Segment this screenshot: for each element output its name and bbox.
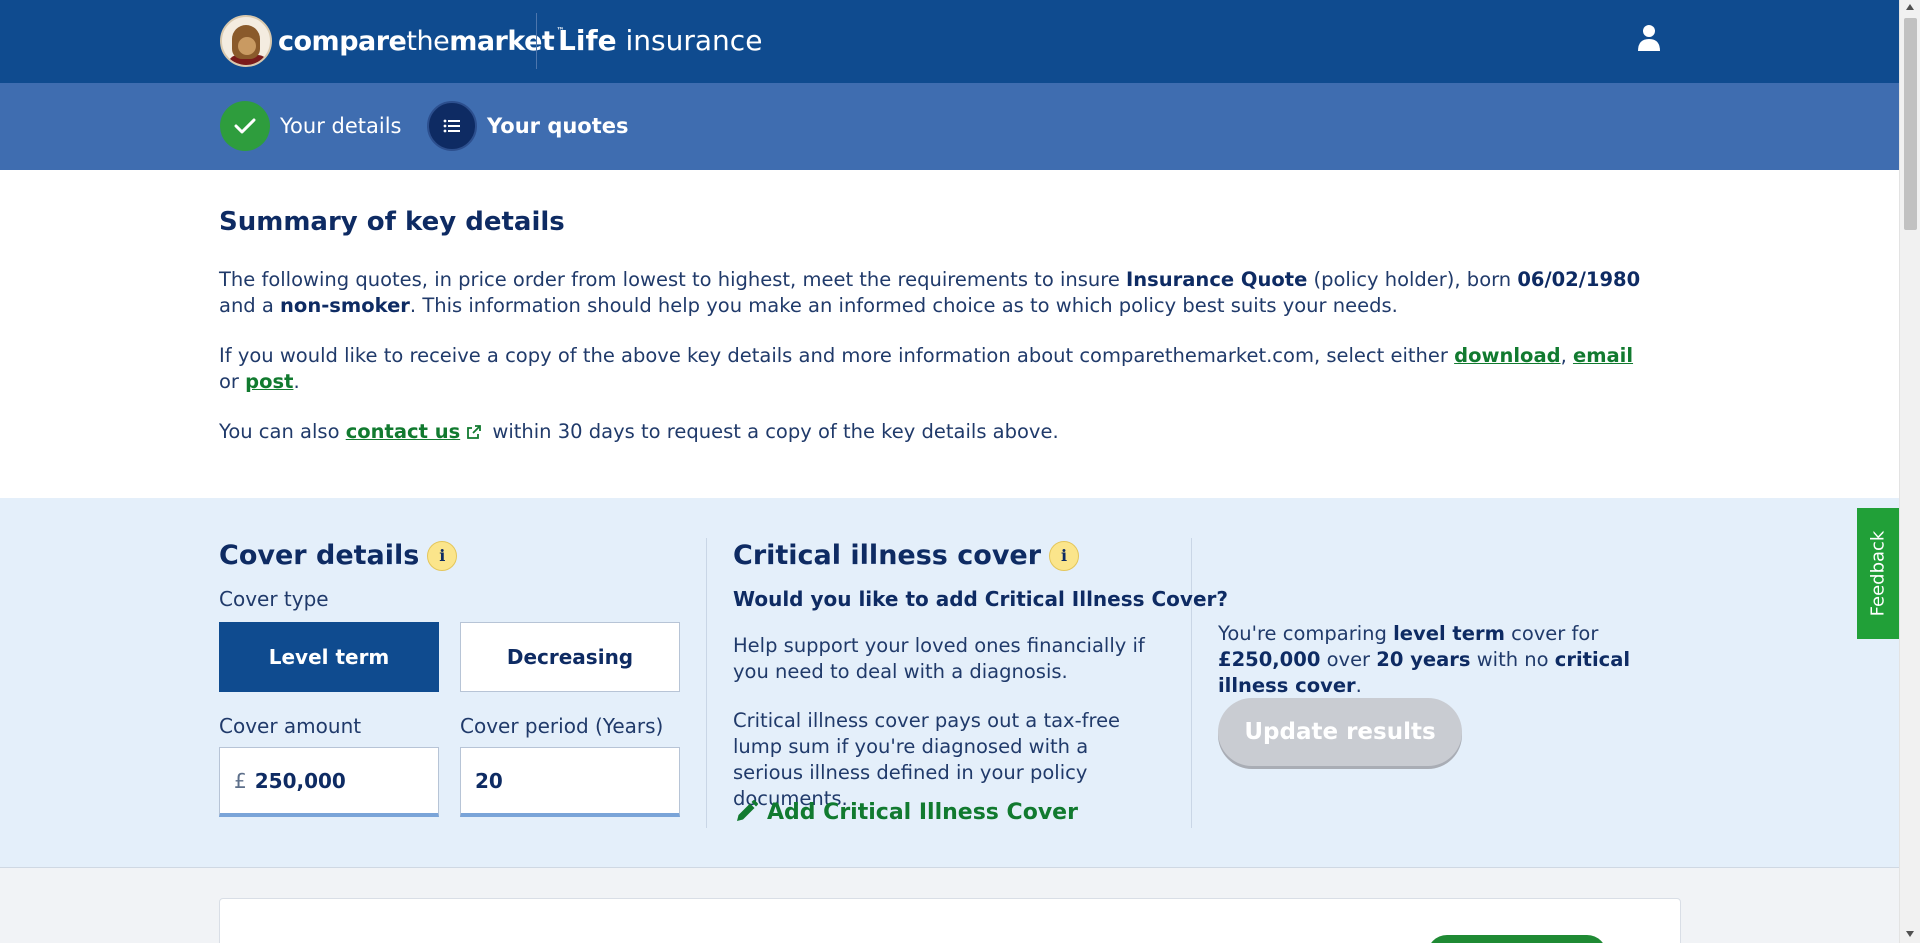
level-term-option[interactable]: Level term	[219, 622, 439, 692]
page-scrollbar[interactable]	[1899, 0, 1920, 943]
top-header: comparethemarket ™ Life insurance	[0, 0, 1899, 83]
logo-wordmark: comparethemarket ™	[278, 25, 564, 57]
info-icon[interactable]: i	[1049, 540, 1080, 571]
step-your-quotes[interactable]: Your quotes	[427, 101, 629, 151]
header-divider	[536, 13, 537, 69]
progress-steps: Your details Your quotes	[0, 83, 1899, 170]
check-icon	[220, 101, 270, 151]
cover-amount-label: Cover amount	[219, 714, 362, 738]
add-critical-illness-label: Add Critical Illness Cover	[767, 799, 1078, 825]
column-divider	[706, 538, 707, 828]
post-link[interactable]: post	[245, 370, 293, 393]
summary-title: Summary of key details	[219, 207, 565, 237]
user-icon[interactable]	[1637, 24, 1661, 52]
cover-amount-input[interactable]	[254, 768, 405, 793]
contact-us-link[interactable]: contact us	[346, 420, 460, 443]
cover-details-title: Cover details i	[219, 540, 458, 571]
cover-period-field[interactable]	[460, 747, 680, 817]
step-label: Your quotes	[487, 114, 629, 138]
cover-amount-field[interactable]: £	[219, 747, 439, 817]
quote-action-button[interactable]	[1427, 935, 1607, 943]
feedback-tab[interactable]: Feedback	[1857, 508, 1899, 639]
step-label: Your details	[280, 114, 402, 138]
external-link-icon	[467, 425, 482, 439]
list-icon	[427, 101, 477, 151]
add-critical-illness-button[interactable]: Add Critical Illness Cover	[733, 799, 1078, 825]
critical-illness-title: Critical illness cover i	[733, 540, 1080, 571]
contact-paragraph: You can also contact us within 30 days t…	[219, 420, 1059, 443]
comparison-summary: You're comparing level term cover for £2…	[1218, 622, 1631, 697]
summary-paragraph: The following quotes, in price order fro…	[219, 268, 1641, 317]
scroll-up-icon[interactable]	[1906, 4, 1914, 10]
cover-period-input[interactable]	[475, 768, 625, 793]
copy-options-paragraph: If you would like to receive a copy of t…	[219, 344, 1634, 393]
critical-illness-description: Critical illness cover pays out a tax-fr…	[733, 709, 1121, 810]
summary-section: Summary of key details The following quo…	[219, 207, 1659, 469]
critical-illness-question: Would you like to add Critical Illness C…	[733, 587, 1228, 611]
info-icon[interactable]: i	[427, 540, 458, 571]
critical-illness-text: Help support your loved ones financially…	[733, 634, 1145, 683]
product-title: Life insurance	[558, 24, 763, 57]
currency-symbol: £	[234, 768, 247, 793]
pencil-icon	[737, 800, 758, 821]
download-link[interactable]: download	[1454, 344, 1560, 367]
comparethemarket-logo[interactable]: comparethemarket ™	[220, 14, 564, 68]
quote-card	[219, 898, 1681, 943]
cover-type-label: Cover type	[219, 587, 329, 611]
decreasing-option[interactable]: Decreasing	[460, 622, 680, 692]
email-link[interactable]: email	[1573, 344, 1633, 367]
step-your-details[interactable]: Your details	[220, 101, 401, 151]
scroll-down-icon[interactable]	[1906, 931, 1914, 937]
meerkat-logo-icon	[220, 15, 272, 67]
update-results-button[interactable]: Update results	[1218, 698, 1462, 766]
column-divider	[1191, 538, 1192, 828]
scrollbar-thumb[interactable]	[1904, 18, 1917, 230]
cover-period-label: Cover period (Years)	[460, 714, 664, 738]
